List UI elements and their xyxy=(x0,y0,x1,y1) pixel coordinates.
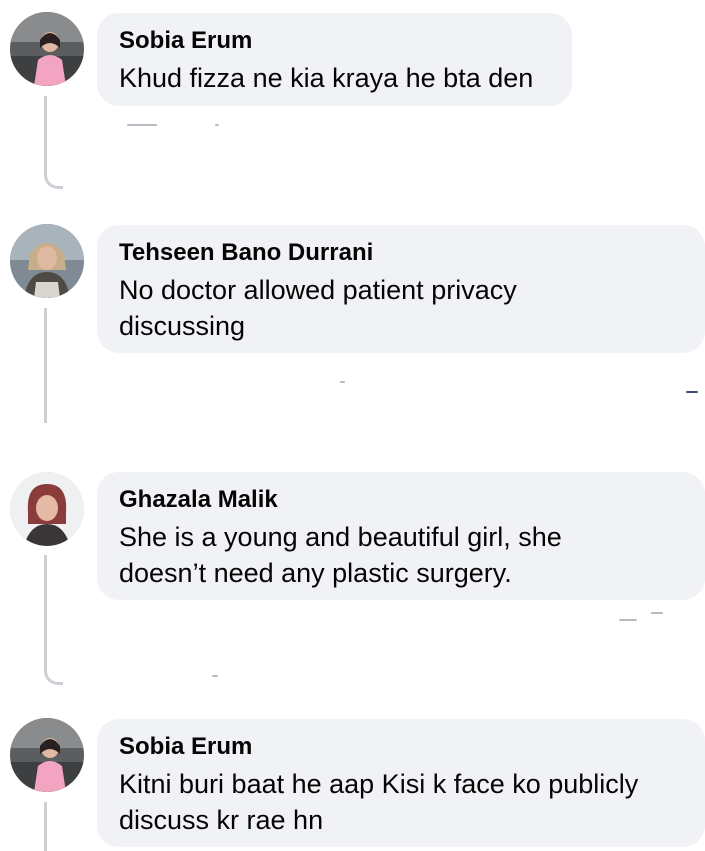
comment-bubble: Ghazala Malik She is a young and beautif… xyxy=(97,472,705,600)
child-photo-icon xyxy=(10,718,84,792)
divider-speck xyxy=(127,124,157,126)
comment-bubble: Tehseen Bano Durrani No doctor allowed p… xyxy=(97,225,705,353)
avatar[interactable] xyxy=(10,12,84,86)
comment-author[interactable]: Tehseen Bano Durrani xyxy=(119,238,683,268)
divider-speck xyxy=(340,381,345,383)
divider-speck xyxy=(212,675,218,677)
comment-text: Kitni buri baat he aap Kisi k face ko pu… xyxy=(119,769,639,835)
thread-connector xyxy=(44,555,63,685)
woman-photo-icon xyxy=(10,224,84,298)
comment-text: No doctor allowed patient privacy discus… xyxy=(119,275,517,341)
comment-thread: Sobia Erum Khud fizza ne kia kraya he bt… xyxy=(0,0,705,851)
woman-photo-icon xyxy=(10,472,84,546)
comment-text: She is a young and beautiful girl, she d… xyxy=(119,522,562,588)
comment-bubble: Sobia Erum Khud fizza ne kia kraya he bt… xyxy=(97,13,572,106)
thread-line xyxy=(44,802,47,851)
comment-author[interactable]: Ghazala Malik xyxy=(119,485,683,515)
avatar[interactable] xyxy=(10,718,84,792)
divider-speck xyxy=(215,124,219,126)
avatar[interactable] xyxy=(10,472,84,546)
comment-text: Khud fizza ne kia kraya he bta den xyxy=(119,63,534,93)
comment-author[interactable]: Sobia Erum xyxy=(119,732,683,762)
thread-line xyxy=(44,308,47,423)
comment-author[interactable]: Sobia Erum xyxy=(119,26,550,56)
thread-connector xyxy=(44,96,63,189)
child-photo-icon xyxy=(10,12,84,86)
avatar[interactable] xyxy=(10,224,84,298)
divider-speck xyxy=(651,612,663,614)
divider-speck xyxy=(619,619,637,621)
comment-bubble: Sobia Erum Kitni buri baat he aap Kisi k… xyxy=(97,719,705,847)
divider-speck xyxy=(686,391,698,393)
